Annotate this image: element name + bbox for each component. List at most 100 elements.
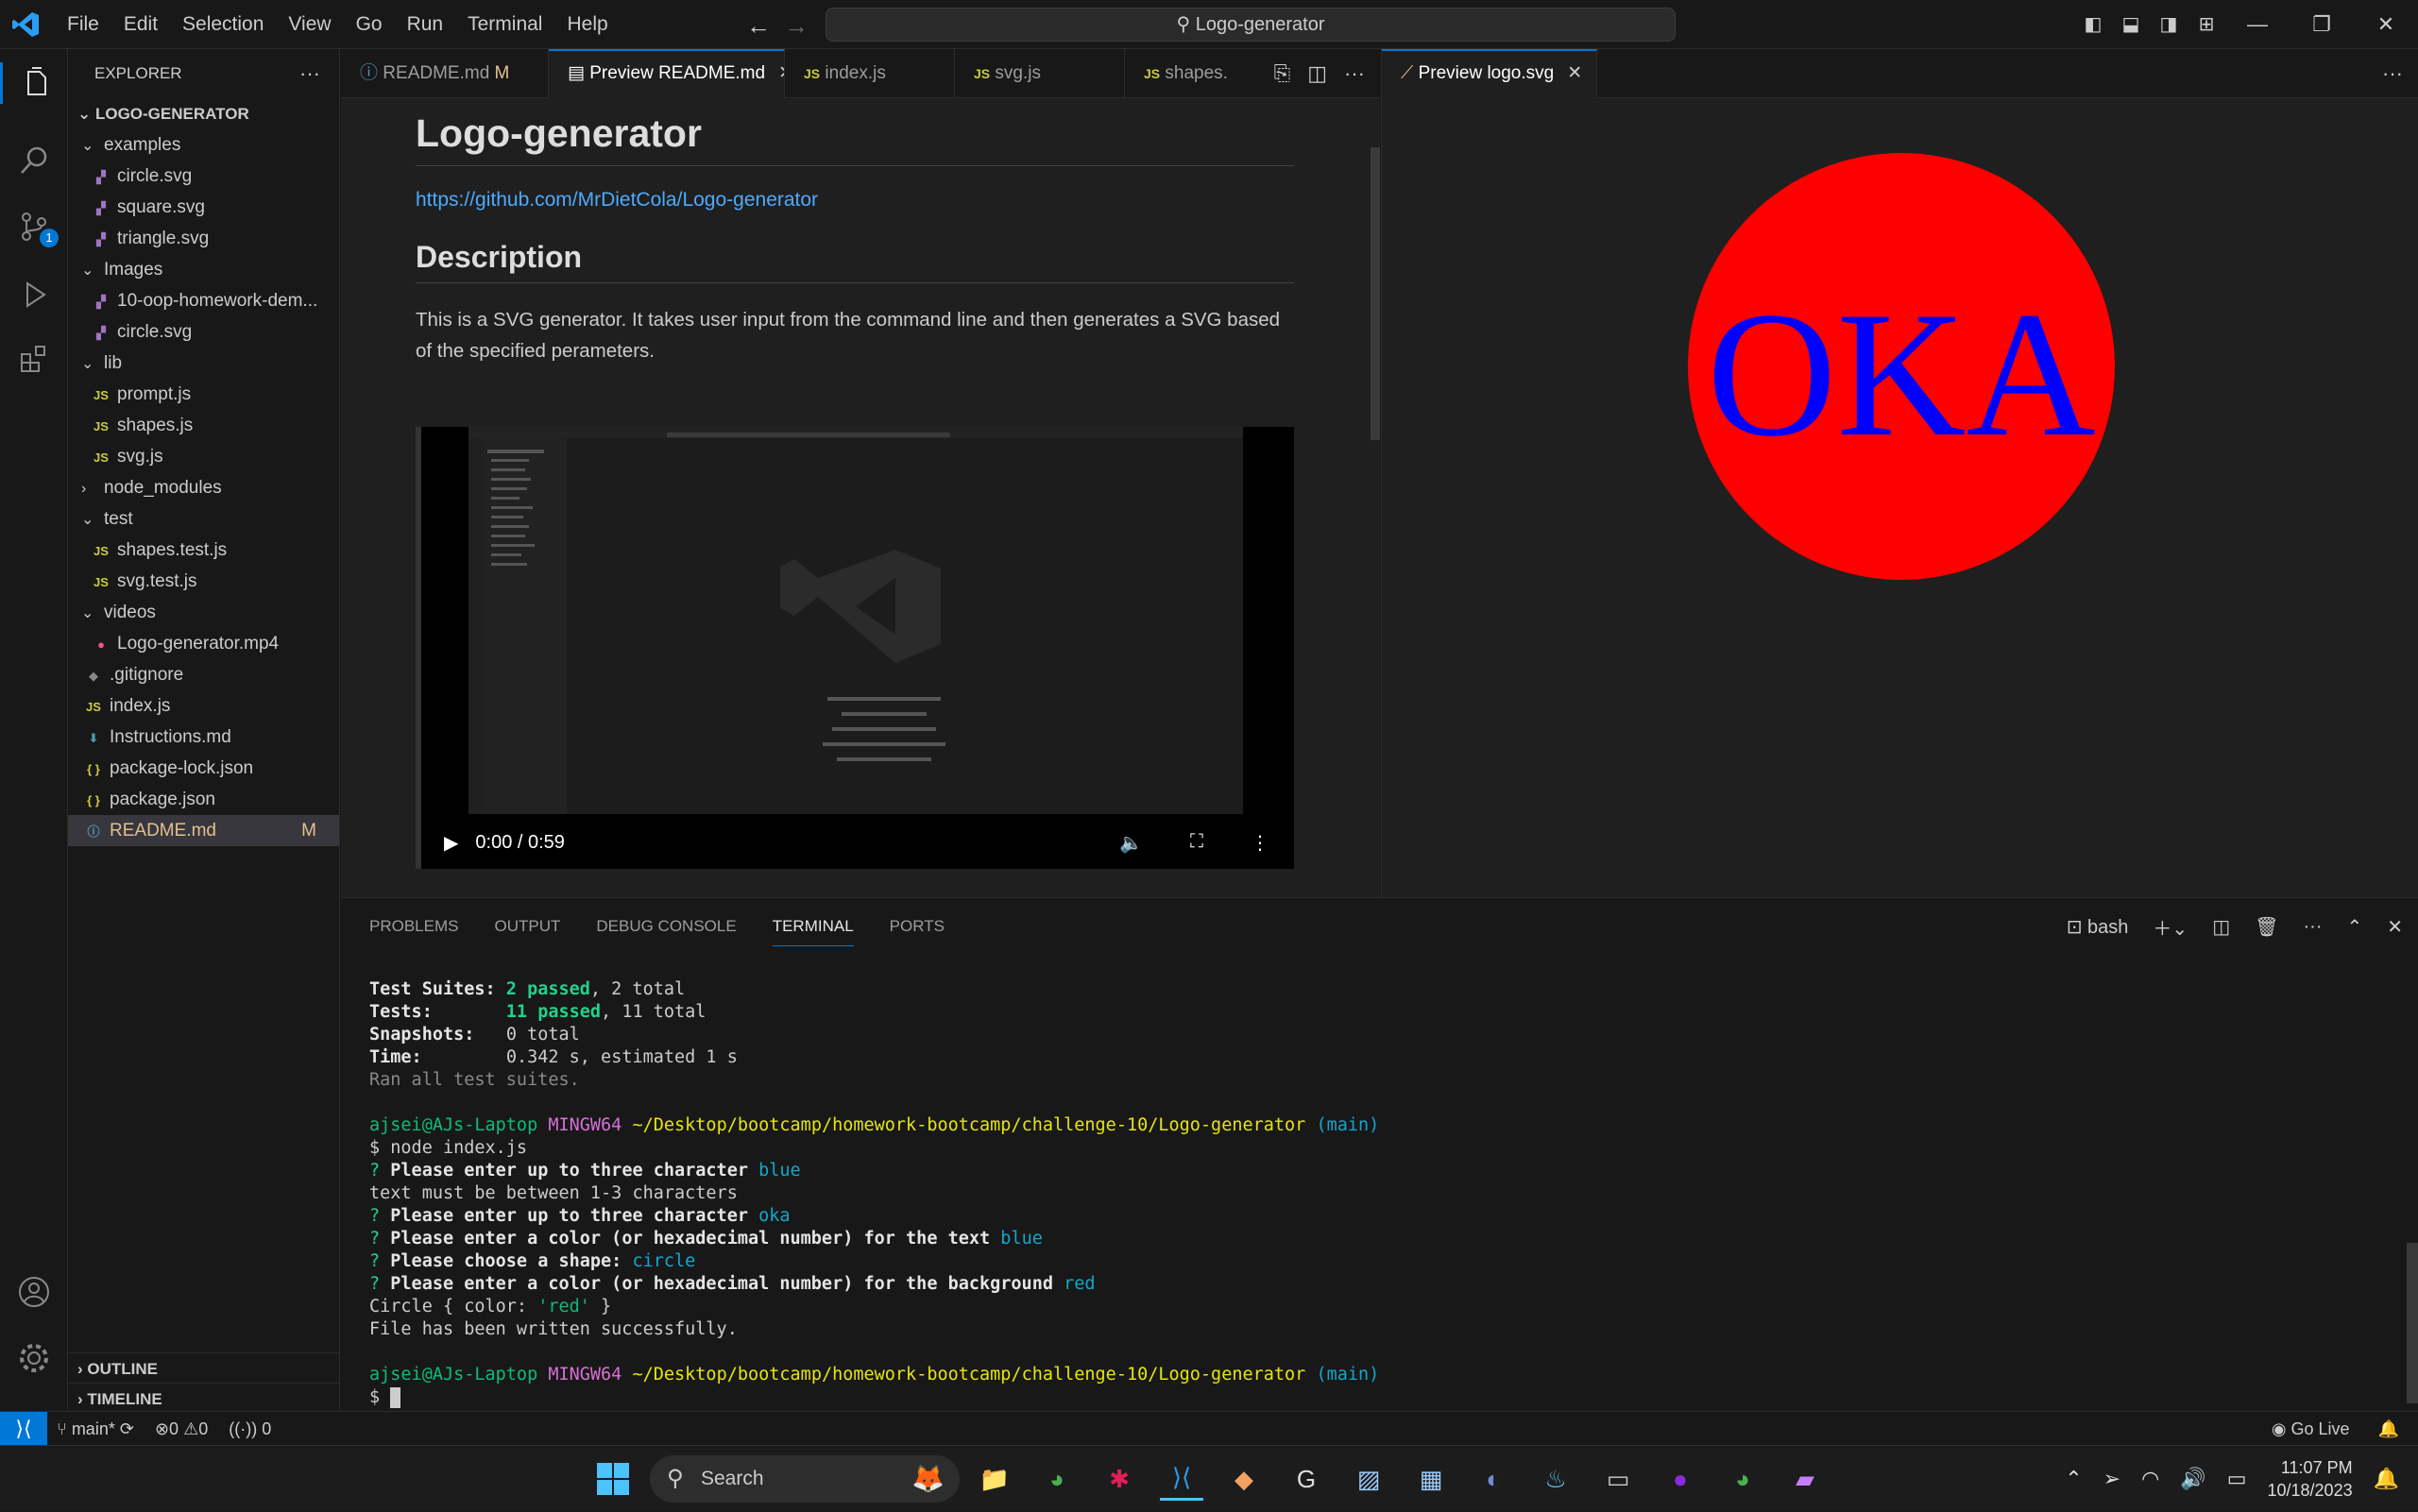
- notifications-bell-icon[interactable]: 🔔: [2378, 1412, 2399, 1446]
- file-item[interactable]: JS shapes.test.js: [68, 535, 339, 566]
- menu-edit[interactable]: Edit: [111, 0, 170, 49]
- video-more-icon[interactable]: ⋮: [1251, 831, 1269, 855]
- photos-icon[interactable]: ▨: [1347, 1457, 1390, 1501]
- go-live-button[interactable]: ◉ Go Live: [2272, 1412, 2350, 1446]
- play-icon[interactable]: ▶: [444, 831, 458, 855]
- discord-icon[interactable]: ◐: [1472, 1457, 1515, 1501]
- taskbar-clock[interactable]: 11:07 PM 10/18/2023: [2268, 1456, 2353, 1502]
- browser-icon[interactable]: ●: [1659, 1457, 1702, 1501]
- repo-link[interactable]: https://github.com/MrDietCola/Logo-gener…: [416, 189, 1380, 212]
- close-tab-icon[interactable]: ✕: [778, 63, 784, 83]
- battery-icon[interactable]: ▭: [2227, 1467, 2247, 1491]
- calculator-icon[interactable]: ▦: [1409, 1457, 1453, 1501]
- file-item[interactable]: JS svg.test.js: [68, 566, 339, 597]
- terminal-taskbar-icon[interactable]: ▭: [1596, 1457, 1640, 1501]
- restore-icon[interactable]: ❐: [2290, 0, 2354, 49]
- volume-icon[interactable]: 🔊: [2180, 1467, 2205, 1491]
- file-item[interactable]: ⓘ README.md M: [68, 815, 339, 846]
- tab-shapes-js[interactable]: JS shapes.: [1125, 49, 1229, 98]
- file-item[interactable]: JS svg.js: [68, 441, 339, 472]
- tray-overflow-icon[interactable]: ⌃: [2065, 1467, 2082, 1491]
- problems-status[interactable]: ⊗0 ⚠0: [155, 1412, 208, 1446]
- maximize-panel-icon[interactable]: ⌃: [2346, 915, 2362, 939]
- file-item[interactable]: ▞ square.svg: [68, 192, 339, 223]
- run-debug-activity[interactable]: [13, 274, 55, 315]
- folder-item[interactable]: ⌄ test: [68, 503, 339, 535]
- scrollbar-thumb[interactable]: [1371, 147, 1380, 440]
- volume-icon[interactable]: 🔈: [1119, 831, 1143, 855]
- tab-index-js[interactable]: JS index.js: [785, 49, 955, 98]
- file-item[interactable]: JS shapes.js: [68, 410, 339, 441]
- command-center-search[interactable]: ⚲ Logo-generator: [826, 8, 1676, 42]
- file-item[interactable]: ▞ triangle.svg: [68, 223, 339, 254]
- preview-scrollbar[interactable]: [1369, 98, 1380, 897]
- folder-item[interactable]: ⌄ examples: [68, 129, 339, 161]
- workspace-root[interactable]: ⌄ LOGO-GENERATOR: [68, 98, 339, 129]
- toggle-panel-icon[interactable]: ⬓: [2112, 0, 2150, 49]
- file-item[interactable]: ⬇ Instructions.md: [68, 722, 339, 753]
- timeline-section[interactable]: › TIMELINE: [68, 1383, 340, 1414]
- folder-item[interactable]: ⌄ Images: [68, 254, 339, 285]
- split-terminal-icon[interactable]: ◫: [2212, 915, 2230, 939]
- manage-activity[interactable]: [13, 1337, 55, 1379]
- accounts-activity[interactable]: [13, 1271, 55, 1313]
- vscode-taskbar-icon[interactable]: ⟩⟨: [1160, 1457, 1203, 1501]
- minimize-icon[interactable]: —: [2225, 0, 2290, 49]
- send-icon[interactable]: ➢: [2103, 1467, 2120, 1491]
- open-source-icon[interactable]: ⎘: [1274, 61, 1291, 85]
- source-control-activity[interactable]: 1: [13, 206, 59, 247]
- tab-debug-console[interactable]: DEBUG CONSOLE: [596, 908, 736, 945]
- file-item[interactable]: { } package-lock.json: [68, 753, 339, 784]
- more-actions-icon[interactable]: ···: [1344, 61, 1365, 85]
- search-activity[interactable]: [13, 140, 55, 181]
- tab-preview-readme[interactable]: ▤ Preview README.md ✕: [549, 49, 785, 98]
- more-actions-icon[interactable]: ···: [2382, 61, 2403, 85]
- extensions-activity[interactable]: [13, 338, 55, 380]
- branch-status[interactable]: ⑂ main* ⟳: [57, 1412, 134, 1446]
- more-actions-icon[interactable]: ···: [2303, 916, 2322, 938]
- video-player[interactable]: ▶ 0:00 / 0:59 🔈 ⛶ ⋮: [416, 427, 1294, 869]
- back-arrow-icon[interactable]: ←: [746, 11, 771, 41]
- terminal-scrollbar[interactable]: [2407, 1243, 2418, 1403]
- notification-icon[interactable]: 🔔: [2374, 1467, 2399, 1491]
- vscode-logo-icon[interactable]: [11, 11, 40, 38]
- windows-start-icon[interactable]: [591, 1457, 635, 1501]
- more-actions-icon[interactable]: ···: [299, 49, 320, 98]
- chrome-icon[interactable]: ◕: [1035, 1457, 1079, 1501]
- close-tab-icon[interactable]: ✕: [1567, 63, 1582, 83]
- remote-indicator-icon[interactable]: ⟩⟨: [0, 1412, 47, 1446]
- menu-help[interactable]: Help: [554, 0, 620, 49]
- terminal-shell-selector[interactable]: ⊡ bash: [2067, 915, 2129, 939]
- explorer-activity[interactable]: [0, 62, 68, 104]
- menu-run[interactable]: Run: [395, 0, 456, 49]
- tab-output[interactable]: OUTPUT: [494, 908, 560, 945]
- folder-item[interactable]: ⌄ videos: [68, 597, 339, 628]
- sourcetree-icon[interactable]: ◆: [1222, 1457, 1266, 1501]
- folder-item[interactable]: › node_modules: [68, 472, 339, 503]
- clipchamp-icon[interactable]: ▰: [1783, 1457, 1827, 1501]
- file-item[interactable]: ◆ .gitignore: [68, 659, 339, 690]
- fullscreen-icon[interactable]: ⛶: [1190, 831, 1203, 855]
- menu-view[interactable]: View: [276, 0, 343, 49]
- menu-go[interactable]: Go: [344, 0, 395, 49]
- outline-section[interactable]: › OUTLINE: [68, 1352, 340, 1384]
- toggle-secondary-sidebar-icon[interactable]: ◨: [2150, 0, 2188, 49]
- file-item[interactable]: ▞ 10-oop-homework-dem...: [68, 285, 339, 316]
- file-item[interactable]: ▞ circle.svg: [68, 316, 339, 348]
- slack-icon[interactable]: ✱: [1098, 1457, 1141, 1501]
- terminal-output[interactable]: Test Suites: 2 passed, 2 total Tests: 11…: [369, 978, 1379, 1409]
- steam-icon[interactable]: ♨: [1534, 1457, 1577, 1501]
- file-item[interactable]: ● Logo-generator.mp4: [68, 628, 339, 659]
- ports-status[interactable]: ((·)) 0: [229, 1412, 271, 1446]
- toggle-sidebar-icon[interactable]: ◧: [2074, 0, 2112, 49]
- file-explorer-icon[interactable]: 📁: [973, 1457, 1016, 1501]
- chrome-profile-icon[interactable]: ◕: [1721, 1457, 1764, 1501]
- file-item[interactable]: { } package.json: [68, 784, 339, 815]
- file-item[interactable]: ▞ circle.svg: [68, 161, 339, 192]
- tab-problems[interactable]: PROBLEMS: [369, 908, 458, 945]
- trash-icon[interactable]: 🗑: [2255, 915, 2278, 939]
- tab-preview-logo-svg[interactable]: ⟋ Preview logo.svg ✕: [1382, 49, 1597, 98]
- wifi-icon[interactable]: ◠: [2141, 1467, 2159, 1491]
- menu-file[interactable]: File: [55, 0, 111, 49]
- menu-terminal[interactable]: Terminal: [455, 0, 554, 49]
